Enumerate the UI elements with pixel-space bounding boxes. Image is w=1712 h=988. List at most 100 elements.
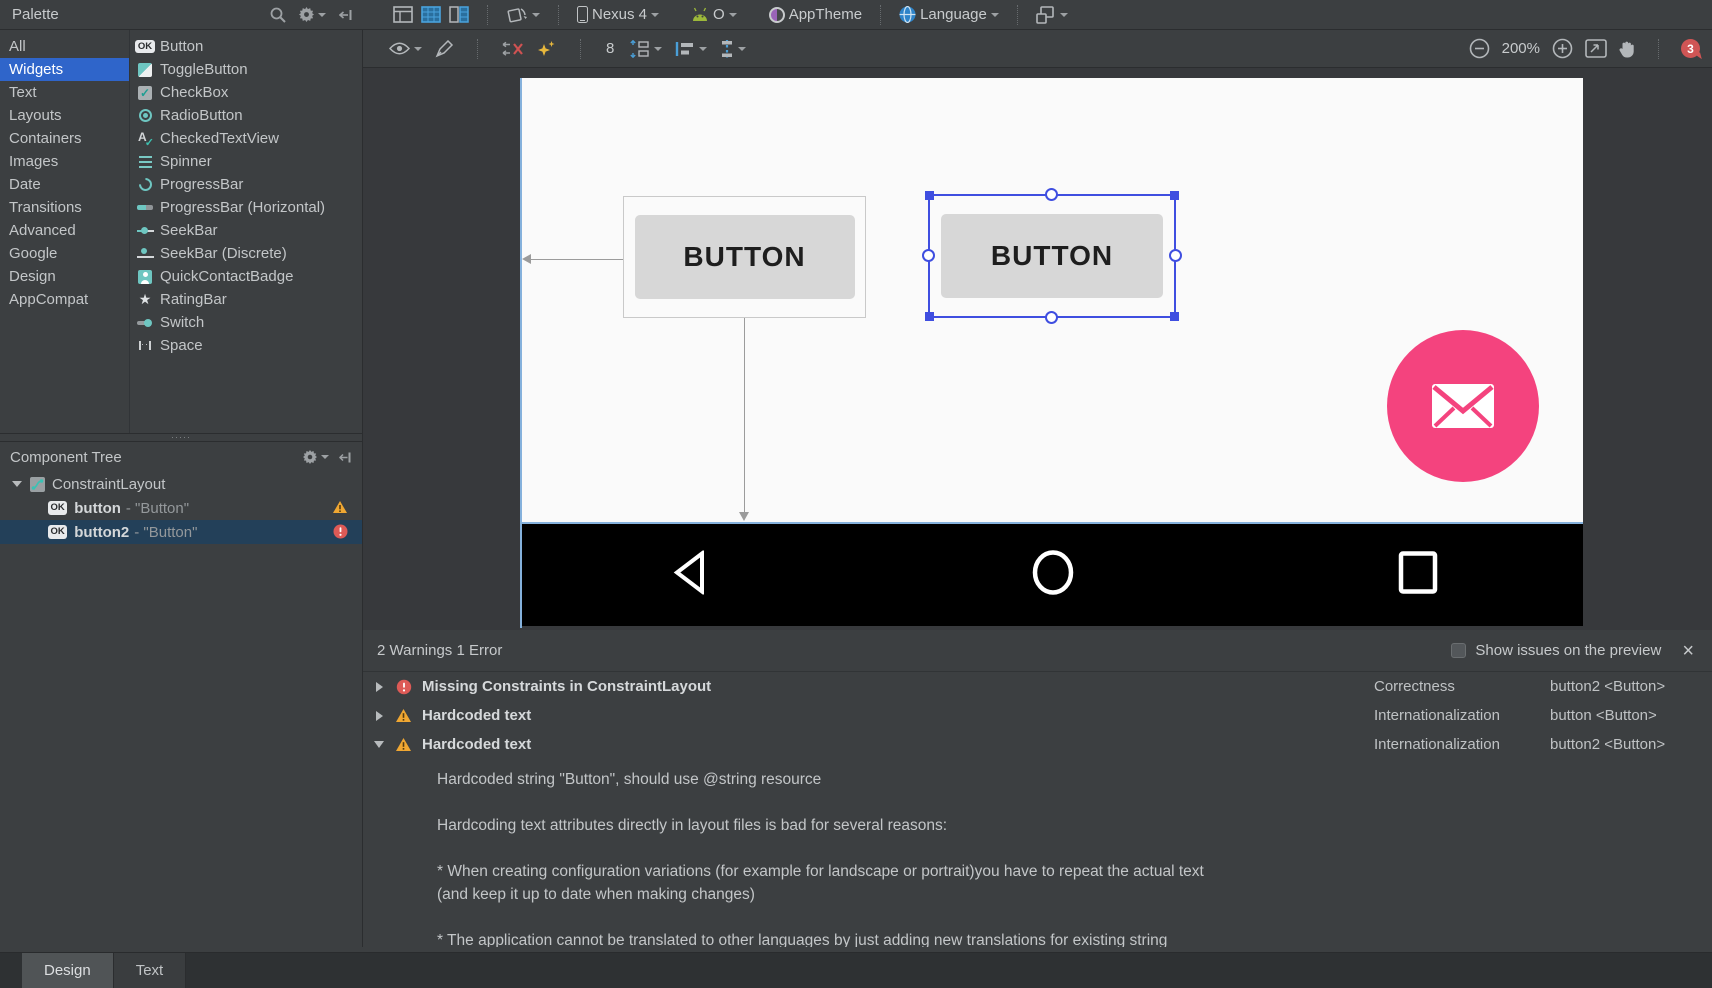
design-view-icon[interactable] [393, 6, 413, 23]
palette-item-space[interactable]: ·· Space [130, 334, 362, 357]
brush-icon[interactable] [435, 39, 454, 58]
pack-icon[interactable] [629, 39, 663, 58]
palette-category-appcompat[interactable]: AppCompat [0, 288, 129, 311]
expander-icon[interactable] [12, 481, 22, 487]
palette-item-togglebutton[interactable]: ToggleButton [130, 58, 362, 81]
api-version-selector[interactable]: O [691, 6, 737, 23]
expander-icon[interactable] [371, 681, 387, 692]
resize-handle-nw[interactable] [925, 191, 934, 200]
palette-category-images[interactable]: Images [0, 150, 129, 173]
blueprint-view-icon[interactable] [421, 6, 441, 23]
expander-icon[interactable] [371, 710, 387, 721]
show-issues-checkbox[interactable] [1451, 643, 1467, 658]
floating-action-button[interactable] [1387, 330, 1539, 482]
tree-item-button2[interactable]: OK button2 - "Button" [0, 520, 362, 544]
palette-item-checkedtextview[interactable]: A ✓ CheckedTextView [130, 127, 362, 150]
issue-row-hardcoded-text-2[interactable]: Hardcoded text Internationalization butt… [363, 730, 1712, 759]
toolbar-separator [477, 38, 478, 59]
error-icon [333, 524, 348, 543]
zoom-to-fit-icon[interactable] [1585, 39, 1607, 58]
palette-categories: All Widgets Text Layouts Containers Imag… [0, 30, 130, 433]
palette-category-transitions[interactable]: Transitions [0, 196, 129, 219]
button1-bounds[interactable]: BUTTON [623, 196, 866, 318]
button2-selection-frame[interactable]: BUTTON [922, 188, 1182, 324]
expander-icon[interactable] [371, 741, 387, 748]
tree-item-button[interactable]: OK button - "Button" [0, 496, 362, 520]
nav-home-icon[interactable] [1030, 550, 1076, 601]
editor-mode-tabs: Design Text [0, 953, 1712, 988]
tab-text[interactable]: Text [113, 953, 187, 988]
pan-icon[interactable] [1619, 39, 1636, 59]
theme-selector[interactable]: AppTheme [768, 6, 862, 23]
close-icon[interactable]: × [1682, 641, 1694, 661]
rating-bar-icon: ★ [138, 291, 152, 308]
view-options-icon[interactable] [389, 42, 422, 55]
search-icon[interactable] [270, 7, 286, 23]
palette-item-ratingbar[interactable]: ★ RatingBar [130, 288, 362, 311]
panel-splitter[interactable]: ····· [0, 433, 362, 442]
palette-category-widgets[interactable]: Widgets [0, 58, 129, 81]
palette-item-spinner[interactable]: Spinner [130, 150, 362, 173]
tree-item-constraintlayout[interactable]: ConstraintLayout [0, 472, 362, 496]
button2[interactable]: BUTTON [941, 214, 1163, 298]
button1[interactable]: BUTTON [634, 215, 855, 299]
palette-panel-header: Palette [0, 0, 363, 29]
palette-item-button[interactable]: OK Button [130, 35, 362, 58]
toolbar-separator [558, 4, 559, 25]
palette-category-advanced[interactable]: Advanced [0, 219, 129, 242]
top-toolbar: Palette Nexus 4 O AppTheme Language [0, 0, 1712, 30]
anchor-handle-bottom[interactable] [1045, 311, 1058, 324]
split-view-icon[interactable] [449, 6, 469, 23]
palette-item-progressbar[interactable]: ProgressBar [130, 173, 362, 196]
gear-icon[interactable] [303, 450, 329, 464]
device-label: Nexus 4 [592, 6, 648, 23]
zoom-in-icon[interactable] [1552, 38, 1573, 59]
palette-category-design[interactable]: Design [0, 265, 129, 288]
nav-back-icon[interactable] [672, 549, 706, 600]
infer-constraints-icon[interactable] [537, 40, 557, 58]
palette-item-switch[interactable]: Switch [130, 311, 362, 334]
palette-category-all[interactable]: All [0, 35, 129, 58]
design-surface[interactable]: BUTTON BUTTON [363, 68, 1712, 630]
language-selector[interactable]: Language [899, 6, 999, 23]
device-canvas[interactable]: BUTTON BUTTON [520, 78, 1583, 628]
issue-detail-text: Hardcoded string "Button", should use @s… [437, 771, 1204, 949]
tab-design[interactable]: Design [22, 953, 114, 988]
multi-device-preview-icon[interactable] [1036, 5, 1068, 24]
hide-panel-icon[interactable] [339, 451, 352, 464]
palette-item-radiobutton[interactable]: RadioButton [130, 104, 362, 127]
anchor-handle-right[interactable] [1169, 249, 1182, 262]
gear-icon[interactable] [299, 7, 326, 22]
palette-category-containers[interactable]: Containers [0, 127, 129, 150]
resize-handle-sw[interactable] [925, 312, 934, 321]
align-icon[interactable] [675, 41, 708, 57]
resize-handle-ne[interactable] [1170, 191, 1179, 200]
anchor-handle-left[interactable] [922, 249, 935, 262]
palette-category-date[interactable]: Date [0, 173, 129, 196]
issue-row-hardcoded-text-1[interactable]: Hardcoded text Internationalization butt… [363, 701, 1712, 730]
palette-category-google[interactable]: Google [0, 242, 129, 265]
orientation-icon[interactable] [506, 6, 540, 24]
issues-badge[interactable]: 3 [1681, 39, 1700, 58]
nav-recents-icon[interactable] [1397, 550, 1439, 601]
palette-category-layouts[interactable]: Layouts [0, 104, 129, 127]
palette-category-text[interactable]: Text [0, 81, 129, 104]
resize-handle-se[interactable] [1170, 312, 1179, 321]
clear-constraints-icon[interactable] [501, 40, 524, 58]
error-icon [395, 679, 412, 695]
palette-item-quickcontactbadge[interactable]: QuickContactBadge [130, 265, 362, 288]
device-screen[interactable]: BUTTON BUTTON [522, 78, 1583, 522]
palette-item-seekbar-discrete[interactable]: SeekBar (Discrete) [130, 242, 362, 265]
anchor-handle-top[interactable] [1045, 188, 1058, 201]
guideline-icon[interactable] [720, 39, 747, 58]
palette-item-checkbox[interactable]: ✓ CheckBox [130, 81, 362, 104]
warning-icon [332, 500, 348, 518]
palette-item-progressbar-horizontal[interactable]: ProgressBar (Horizontal) [130, 196, 362, 219]
palette-item-seekbar[interactable]: SeekBar [130, 219, 362, 242]
hide-panel-icon[interactable] [339, 8, 353, 22]
default-margin-value[interactable]: 8 [604, 40, 616, 57]
issue-row-missing-constraints[interactable]: Missing Constraints in ConstraintLayout … [363, 672, 1712, 701]
left-panel: All Widgets Text Layouts Containers Imag… [0, 30, 363, 947]
device-selector[interactable]: Nexus 4 [577, 6, 660, 23]
zoom-out-icon[interactable] [1469, 38, 1490, 59]
